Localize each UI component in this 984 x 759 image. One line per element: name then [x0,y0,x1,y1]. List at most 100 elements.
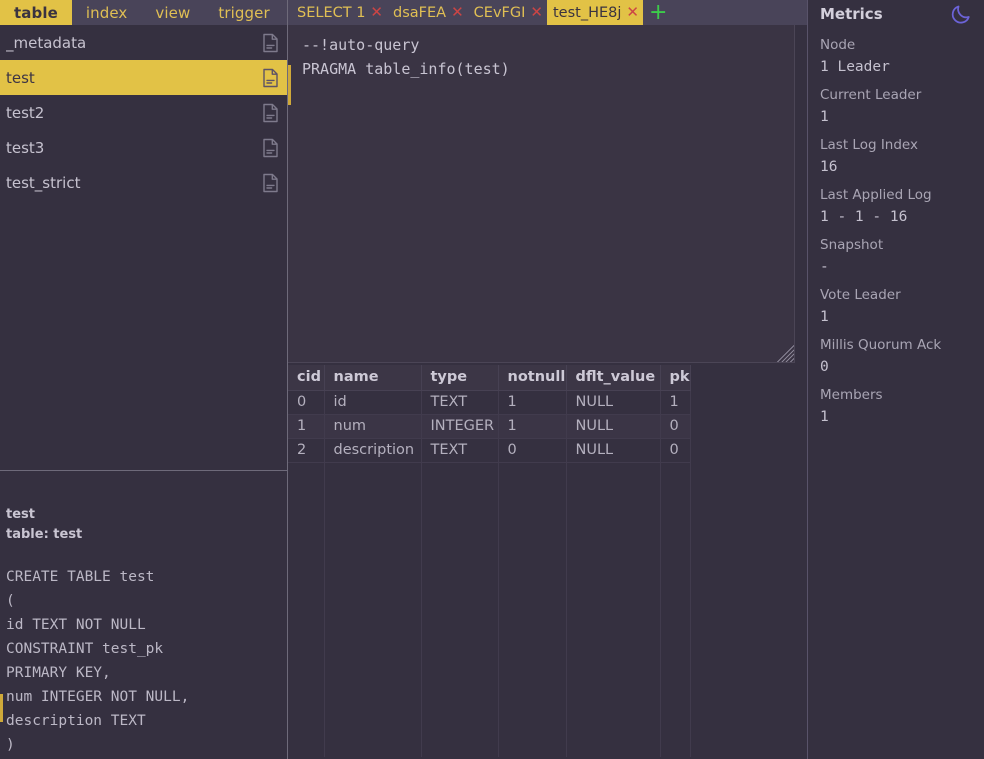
close-icon[interactable]: ✕ [451,5,464,20]
cell-dflt_value[interactable]: NULL [566,414,661,439]
tree-item-label: test2 [6,103,45,122]
column-header-pk[interactable]: pk [660,365,691,391]
metric-value: 1 [820,309,829,325]
table-row[interactable]: 2 description TEXT 0 NULL 0 [288,438,691,463]
ddl-object-name: test [6,507,35,522]
metric-label: Members [820,387,883,403]
cell-notnull[interactable]: 1 [498,390,567,415]
metric-node: Node 1 Leader [820,34,984,78]
cell-cid[interactable]: 2 [288,438,325,463]
object-type-tab-view[interactable]: view [141,0,204,25]
table-empty-space [288,462,691,757]
tree-item-label: test_strict [6,173,81,192]
object-browser-panel: table index view trigger _metadata test test2… [0,0,288,759]
metrics-panel: Metrics Node 1 Leader Current Leader 1 Last … [807,0,984,759]
query-tab-label: SELECT 1 [297,4,366,21]
table-row[interactable]: 1 num INTEGER 1 NULL 0 [288,414,691,439]
object-type-tabs: table index view trigger [0,0,287,25]
cell-dflt_value[interactable]: NULL [566,438,661,463]
column-header-notnull[interactable]: notnull [498,365,567,391]
metric-label: Millis Quorum Ack [820,337,942,353]
close-icon[interactable]: ✕ [530,5,543,20]
sql-editor-text[interactable]: --!auto-query PRAGMA table_info(test) [288,25,794,81]
empty-cell [324,462,422,757]
cell-name[interactable]: description [324,438,422,463]
column-header-type[interactable]: type [421,365,499,391]
empty-cell [660,462,691,757]
sql-editor[interactable]: --!auto-query PRAGMA table_info(test) [288,25,795,363]
tree-item-_metadata[interactable]: _metadata [0,25,287,60]
metrics-title: Metrics [820,5,883,23]
cell-cid[interactable]: 0 [288,390,325,415]
query-tab-test_HE8j[interactable]: test_HE8j ✕ [546,0,643,25]
close-icon[interactable]: ✕ [370,5,383,20]
ddl-sql-text: CREATE TABLE test ( id TEXT NOT NULL CON… [6,569,190,753]
object-type-tab-trigger[interactable]: trigger [204,0,283,25]
cell-pk[interactable]: 0 [660,414,691,439]
results-body: 0 id TEXT 1 NULL 1 1 num INTEGER 1 NULL 0 2 descripti… [288,390,691,757]
add-tab-button[interactable]: + [649,1,667,24]
cell-cid[interactable]: 1 [288,414,325,439]
metric-last-log-index: Last Log Index 16 [820,134,984,178]
tree-item-test_strict[interactable]: test_strict [0,165,287,200]
query-tab-bar: SELECT 1 ✕ dsaFEA ✕ CEvFGI ✕ test_HE8j ✕ + [288,0,807,25]
query-tab-label: test_HE8j [552,4,622,21]
metric-label: Snapshot [820,237,884,253]
cell-pk[interactable]: 0 [660,438,691,463]
app-root: table index view trigger _metadata test test2… [0,0,984,759]
query-tab-CEvFGI[interactable]: CEvFGI ✕ [468,0,547,25]
metric-value: 0 [820,359,829,375]
tree-item-test2[interactable]: test2 [0,95,287,130]
table-row[interactable]: 0 id TEXT 1 NULL 1 [288,390,691,415]
ddl-scrollbar-thumb[interactable] [0,694,3,722]
empty-cell [288,462,325,757]
metric-snapshot: Snapshot - [820,234,984,278]
cell-name[interactable]: id [324,390,422,415]
column-header-cid[interactable]: cid [288,365,325,391]
file-icon [263,68,278,87]
metric-value: 16 [820,159,838,175]
editor-scrollbar-thumb[interactable] [288,65,291,105]
metric-value: 1 - 1 - 16 [820,209,908,225]
ddl-object-kind: table: test [6,527,83,542]
file-icon [263,173,278,192]
cell-type[interactable]: TEXT [421,438,499,463]
metric-current-leader: Current Leader 1 [820,84,984,128]
metric-label: Node [820,37,856,53]
editor-resize-grip[interactable] [777,345,794,362]
moon-icon[interactable] [950,3,972,25]
column-header-name[interactable]: name [324,365,422,391]
query-tab-label: CEvFGI [473,4,526,21]
metric-label: Last Log Index [820,137,918,153]
query-tab-dsaFEA[interactable]: dsaFEA ✕ [387,0,468,25]
cell-notnull[interactable]: 1 [498,414,567,439]
object-type-tab-index[interactable]: index [72,0,142,25]
tree-item-test3[interactable]: test3 [0,130,287,165]
close-icon[interactable]: ✕ [626,5,639,20]
cell-dflt_value[interactable]: NULL [566,390,661,415]
cell-type[interactable]: TEXT [421,390,499,415]
metrics-list: Node 1 Leader Current Leader 1 Last Log Inde… [820,34,984,428]
file-icon [263,138,278,157]
metric-label: Current Leader [820,87,922,103]
query-tab-SELECT-1[interactable]: SELECT 1 ✕ [291,0,387,25]
empty-cell [498,462,567,757]
tree-item-label: test3 [6,138,45,157]
results-table: cid name type notnull dflt_value pk 0 id TEXT 1 N… [288,365,691,757]
metrics-header: Metrics [820,0,984,28]
metric-value: 1 [820,409,829,425]
panel-divider [0,470,287,471]
cell-notnull[interactable]: 0 [498,438,567,463]
metric-value: - [820,259,829,275]
object-tree-list[interactable]: _metadata test test2 test3 test_strict [0,25,287,471]
results-header-row: cid name type notnull dflt_value pk [288,365,691,391]
tree-item-test[interactable]: test [0,60,287,95]
metric-value: 1 Leader [820,59,890,75]
file-icon [263,103,278,122]
object-type-tab-table[interactable]: table [0,0,72,25]
metric-label: Last Applied Log [820,187,932,203]
cell-name[interactable]: num [324,414,422,439]
cell-pk[interactable]: 1 [660,390,691,415]
cell-type[interactable]: INTEGER [421,414,499,439]
column-header-dflt_value[interactable]: dflt_value [566,365,661,391]
